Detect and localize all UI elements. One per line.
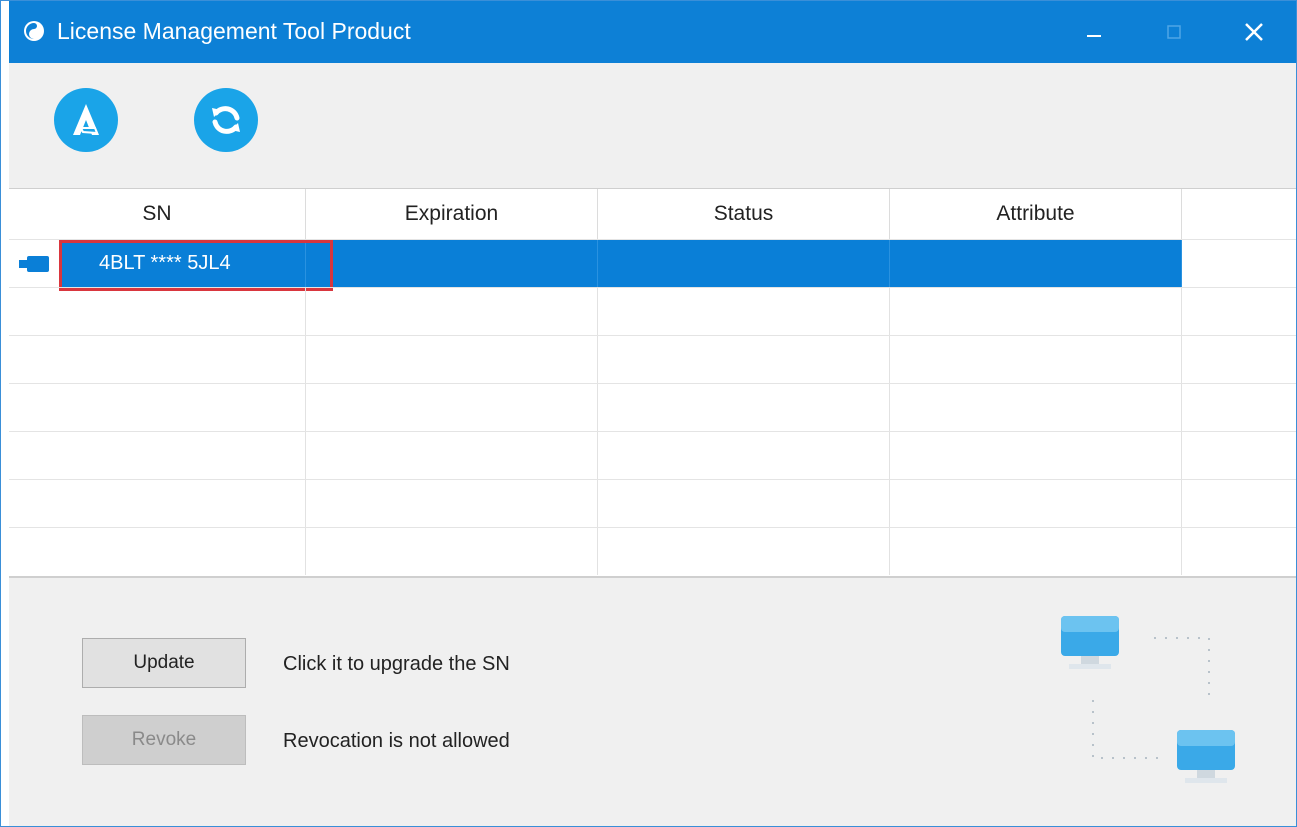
empty-cell — [890, 384, 1182, 431]
minimize-button[interactable] — [1064, 1, 1124, 63]
window-title: License Management Tool Product — [57, 18, 411, 44]
empty-cell — [306, 288, 598, 335]
grid-header: SN Expiration Status Attribute — [9, 189, 1296, 239]
empty-cell — [890, 336, 1182, 383]
table-row-selected[interactable]: 4BLT **** 5JL4 — [9, 239, 1296, 291]
column-header-attribute[interactable]: Attribute — [890, 189, 1182, 239]
empty-cell — [9, 336, 306, 383]
close-icon — [1245, 23, 1263, 41]
empty-cell — [306, 480, 598, 527]
attribute-cell[interactable] — [890, 240, 1182, 287]
refresh-button[interactable] — [194, 88, 258, 152]
empty-cell — [598, 480, 890, 527]
table-row[interactable] — [9, 383, 1296, 431]
table-row[interactable] — [9, 479, 1296, 527]
empty-cell — [890, 288, 1182, 335]
close-button[interactable] — [1224, 1, 1284, 63]
maximize-button[interactable] — [1144, 1, 1204, 63]
empty-cell — [9, 528, 306, 575]
license-grid[interactable]: SN Expiration Status Attribute 4BLT ****… — [9, 188, 1296, 578]
empty-cell — [9, 384, 306, 431]
empty-cell — [598, 384, 890, 431]
empty-cell — [9, 480, 306, 527]
empty-cell — [890, 432, 1182, 479]
title-bar[interactable]: License Management Tool Product — [9, 1, 1296, 63]
toolbar — [9, 63, 1296, 188]
minimize-icon — [1087, 35, 1101, 37]
empty-cell — [598, 336, 890, 383]
license-management-window: License Management Tool Product SN Expir… — [0, 0, 1297, 827]
activate-button[interactable] — [54, 88, 118, 152]
row-indicator-cell — [9, 240, 59, 287]
filler-cell — [1182, 240, 1296, 287]
empty-cell — [598, 528, 890, 575]
empty-cell — [598, 288, 890, 335]
empty-cell — [306, 384, 598, 431]
empty-cell — [890, 528, 1182, 575]
empty-cell — [306, 528, 598, 575]
empty-cell — [306, 432, 598, 479]
maximize-icon — [1167, 25, 1181, 39]
column-header-expiration[interactable]: Expiration — [306, 189, 598, 239]
table-row[interactable] — [9, 287, 1296, 335]
table-row[interactable] — [9, 431, 1296, 479]
empty-cell — [890, 480, 1182, 527]
activate-a-icon — [73, 104, 99, 135]
status-cell[interactable] — [598, 240, 890, 287]
empty-cell — [598, 432, 890, 479]
sn-cell[interactable]: 4BLT **** 5JL4 — [59, 240, 306, 287]
app-logo-icon — [24, 21, 44, 41]
table-row[interactable] — [9, 527, 1296, 576]
empty-cell — [306, 336, 598, 383]
usb-key-icon — [19, 256, 49, 272]
revoke-description: Revocation is not allowed — [283, 730, 510, 752]
column-header-status[interactable]: Status — [598, 189, 890, 239]
empty-cell — [9, 288, 306, 335]
left-edge — [1, 1, 9, 826]
revoke-button[interactable]: Revoke — [82, 715, 246, 765]
table-row[interactable] — [9, 335, 1296, 383]
update-button[interactable]: Update — [82, 638, 246, 688]
refresh-icon — [212, 106, 240, 134]
network-computers-icon — [1061, 616, 1235, 783]
column-header-sn[interactable]: SN — [9, 189, 306, 239]
empty-cell — [9, 432, 306, 479]
action-panel: Update Click it to upgrade the SN Revoke… — [9, 578, 1296, 826]
update-description: Click it to upgrade the SN — [283, 653, 510, 675]
expiration-cell[interactable] — [306, 240, 598, 287]
